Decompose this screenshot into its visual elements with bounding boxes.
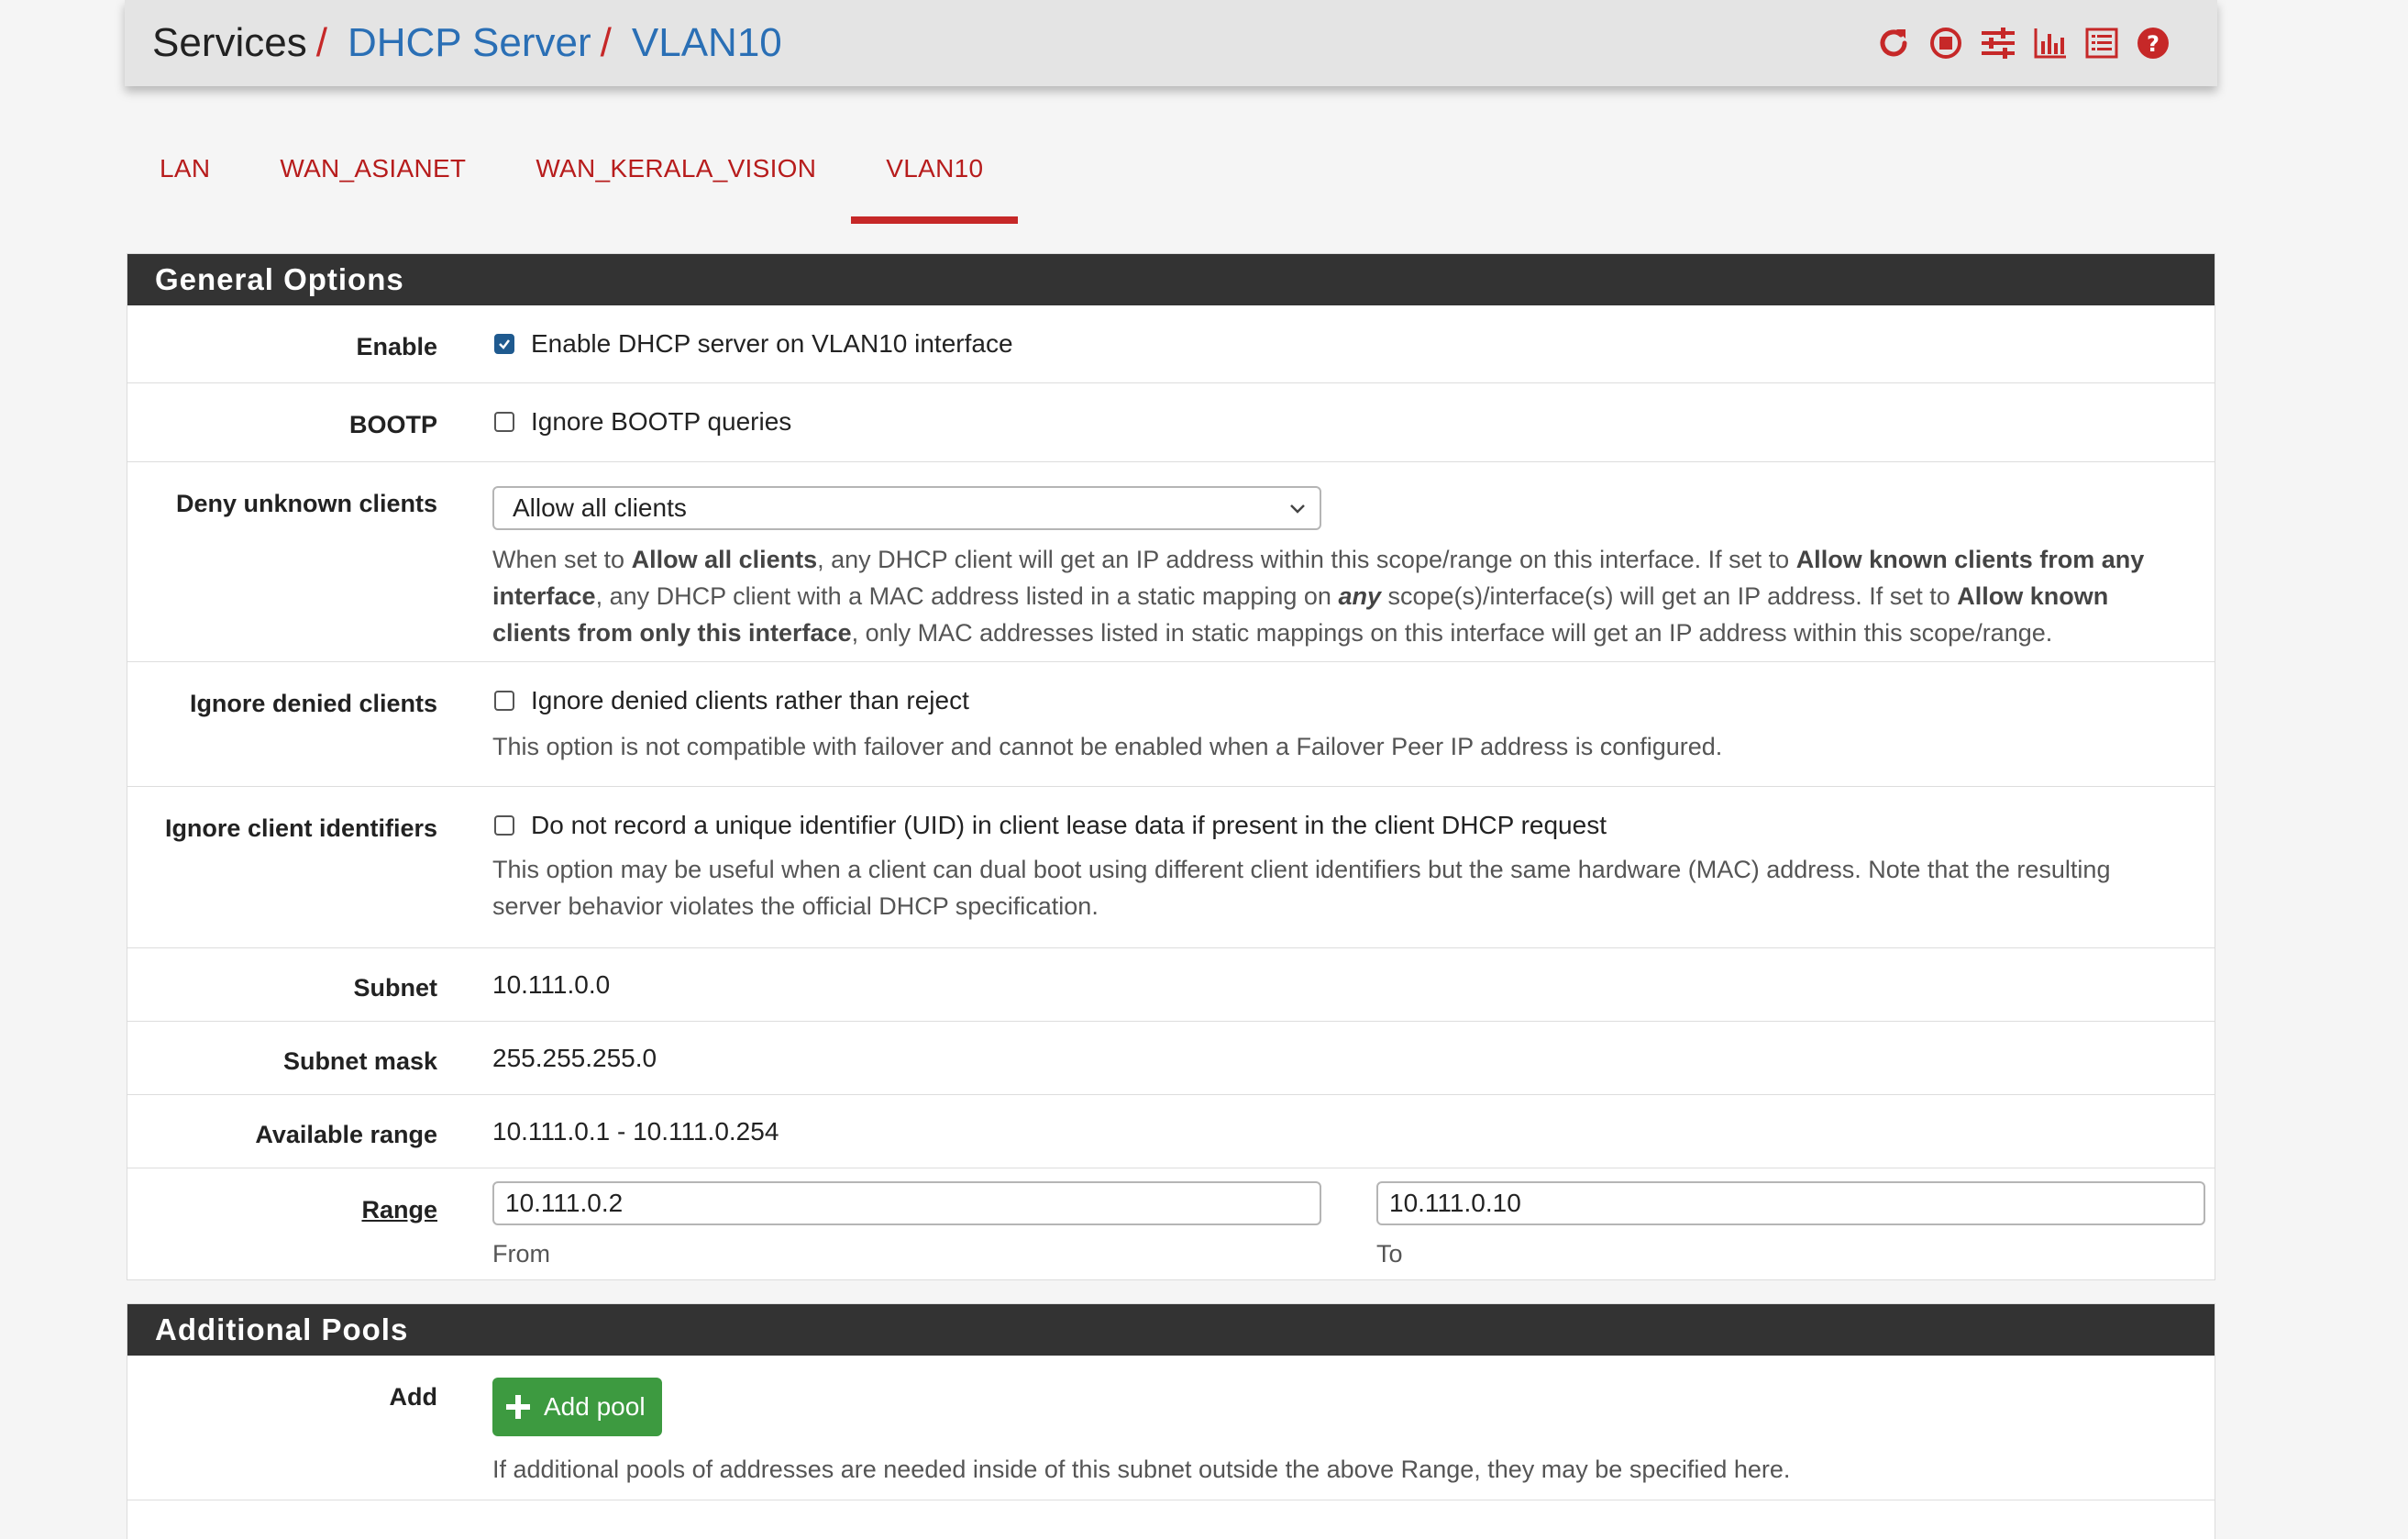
subnet-row: Subnet 10.111.0.0 [127,948,2215,1022]
breadcrumb-separator: / [600,20,612,65]
deny-unknown-row: Deny unknown clients Allow all clients W… [127,462,2215,662]
field-label: Range [361,1196,437,1223]
help-text: This option is not compatible with failo… [492,733,1723,760]
field-label: Subnet [353,974,438,1002]
add-pool-button[interactable]: Add pool [492,1378,662,1436]
svg-text:?: ? [2147,31,2159,57]
field-label: Deny unknown clients [175,490,437,517]
range-to-label: To [1376,1240,1403,1268]
enable-row: Enable Enable DHCP server on VLAN10 inte… [127,305,2215,383]
plus-icon [506,1395,530,1419]
breadcrumb-services: Services [152,20,307,65]
field-label: Available range [255,1121,437,1148]
breadcrumb-separator: / [315,20,327,65]
checkbox-text: Enable DHCP server on VLAN10 interface [531,329,1013,358]
help-text: If additional pools of addresses are nee… [492,1456,1791,1483]
header-icon-bar: ? [1874,24,2171,62]
general-options-panel: General Options Enable Enable DHCP serve… [127,253,2215,1280]
range-row: Range 10.111.0.2 From 10.111.0.10 To [127,1168,2215,1279]
add-pool-button-label: Add pool [544,1392,646,1421]
add-pool-row: Add Add pool If additional pools of addr… [127,1356,2215,1500]
panel-title: Additional Pools [127,1304,2215,1356]
help-text: When set to Allow all clients, any DHCP … [492,546,2145,647]
settings-sliders-icon[interactable] [1979,25,2017,61]
field-label: Subnet mask [282,1047,437,1075]
field-label: Ignore denied clients [189,690,437,717]
ignore-denied-checkbox[interactable] [494,691,514,711]
bootp-row: BOOTP Ignore BOOTP queries [127,383,2215,462]
tab-vlan10[interactable]: VLAN10 [851,138,1019,224]
range-from-label: From [492,1240,550,1268]
breadcrumb: Services / DHCP Server / VLAN10 [152,20,782,66]
restart-icon[interactable] [1874,24,1913,62]
checkbox-text: Ignore BOOTP queries [531,407,792,436]
chart-icon[interactable] [2032,25,2069,61]
field-label: Ignore client identifiers [164,814,437,842]
panel-title: General Options [127,254,2215,305]
breadcrumb-vlan10[interactable]: VLAN10 [632,20,782,66]
available-range-row: Available range 10.111.0.1 - 10.111.0.25… [127,1095,2215,1168]
help-text: This option may be useful when a client … [492,856,2111,920]
checkbox-text: Do not record a unique identifier (UID) … [531,811,1607,839]
checkbox-text: Ignore denied clients rather than reject [531,686,969,714]
tab-wan-asianet[interactable]: WAN_ASIANET [245,138,501,216]
chevron-down-icon [1290,504,1305,514]
field-label: Add [389,1383,437,1411]
ignore-denied-row: Ignore denied clients Ignore denied clie… [127,662,2215,787]
breadcrumb-dhcp-server[interactable]: DHCP Server [348,20,591,66]
additional-pools-panel: Additional Pools Add Add pool If additio… [127,1303,2215,1539]
ignore-uid-checkbox[interactable] [494,815,514,836]
enable-checkbox[interactable] [494,334,514,354]
log-list-icon[interactable] [2083,25,2120,61]
check-icon [499,339,510,349]
field-label: Enable [356,333,437,360]
subnet-value: 10.111.0.0 [492,970,611,999]
range-to-input[interactable]: 10.111.0.10 [1376,1181,2205,1225]
ignore-uid-row: Ignore client identifiers Do not record … [127,787,2215,948]
tab-lan[interactable]: LAN [125,138,245,216]
deny-unknown-select[interactable]: Allow all clients [492,486,1321,530]
subnet-mask-value: 255.255.255.0 [492,1044,657,1072]
available-range-value: 10.111.0.1 - 10.111.0.254 [492,1117,779,1146]
select-value: Allow all clients [513,493,687,522]
tab-wan-kerala-vision[interactable]: WAN_KERALA_VISION [501,138,851,216]
stop-icon[interactable] [1928,25,1964,61]
page-header: Services / DHCP Server / VLAN10 ? [125,0,2217,86]
subnet-mask-row: Subnet mask 255.255.255.0 [127,1022,2215,1095]
range-from-input[interactable]: 10.111.0.2 [492,1181,1321,1225]
interface-tabs: LAN WAN_ASIANET WAN_KERALA_VISION VLAN10 [125,138,1019,224]
bootp-checkbox[interactable] [494,412,514,432]
field-label: BOOTP [348,411,437,438]
help-icon[interactable]: ? [2135,25,2171,61]
